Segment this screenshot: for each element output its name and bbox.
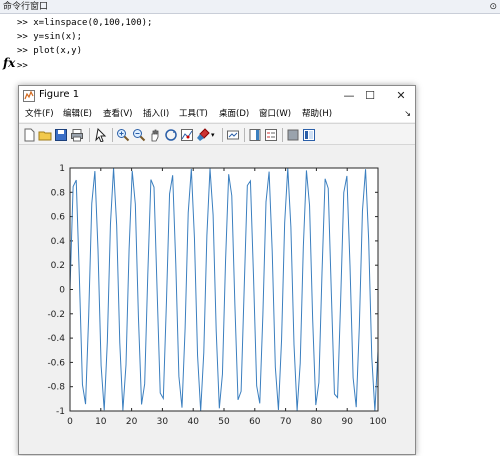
command-window-title: 命令行窗口 bbox=[3, 2, 49, 12]
y-tick-label: -0.2 bbox=[47, 310, 65, 320]
y-tick-label: 0.8 bbox=[51, 188, 66, 198]
x-tick-label: 20 bbox=[126, 417, 138, 427]
command-window-header: 命令行窗口 ⊙ bbox=[0, 0, 500, 14]
panel-menu-icon[interactable]: ⊙ bbox=[489, 0, 497, 14]
x-tick-label: 40 bbox=[187, 417, 199, 427]
x-tick-label: 100 bbox=[369, 417, 386, 427]
y-tick-label: -0.4 bbox=[47, 334, 65, 344]
figure-window: Figure 1 — ☐ ✕ 文件(F) 编辑(E) 查看(V) 插入(I) 工… bbox=[18, 85, 416, 455]
y-tick-label: 0.2 bbox=[51, 261, 65, 271]
y-tick-label: 1 bbox=[59, 164, 65, 174]
y-tick-label: 0.6 bbox=[51, 213, 66, 223]
x-tick-label: 80 bbox=[311, 417, 323, 427]
y-tick-label: 0 bbox=[59, 286, 65, 296]
x-tick-label: 90 bbox=[341, 417, 353, 427]
y-tick-label: 0.4 bbox=[51, 237, 66, 247]
function-browser-icon[interactable]: fx bbox=[3, 56, 15, 70]
plot-canvas[interactable]: -1 -0.8 -0.6 -0.4 -0.2 0 0.2 0.4 0.6 0.8 1 0 10 20 30… bbox=[19, 86, 417, 456]
x-tick-label: 30 bbox=[157, 417, 169, 427]
command-prompt[interactable]: >> bbox=[17, 61, 28, 71]
x-tick-label: 50 bbox=[218, 417, 230, 427]
command-line: >> plot(x,y) bbox=[17, 46, 83, 56]
x-tick-label: 70 bbox=[280, 417, 292, 427]
command-line: >> y=sin(x); bbox=[17, 32, 83, 42]
y-tick-label: -0.8 bbox=[47, 383, 65, 393]
plot-area bbox=[70, 168, 378, 411]
command-line: >> x=linspace(0,100,100); bbox=[17, 18, 153, 28]
y-tick-label: -1 bbox=[56, 407, 65, 417]
x-tick-label: 10 bbox=[95, 417, 107, 427]
x-tick-label: 0 bbox=[67, 417, 73, 427]
x-tick-label: 60 bbox=[249, 417, 261, 427]
y-tick-label: -0.6 bbox=[47, 358, 65, 368]
command-window[interactable]: >> x=linspace(0,100,100); >> y=sin(x); >… bbox=[0, 14, 500, 94]
